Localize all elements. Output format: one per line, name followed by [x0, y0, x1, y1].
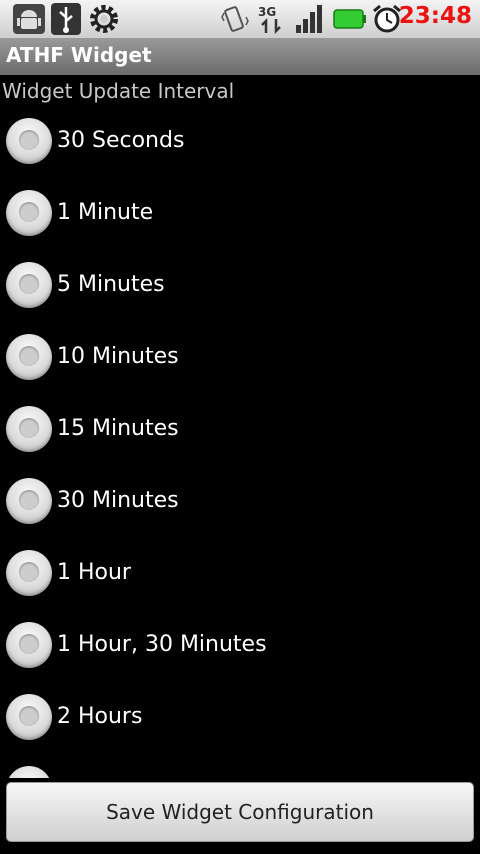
option-label: 1 Hour, 30 Minutes [57, 632, 267, 657]
option-1-hour[interactable]: 1 Hour [0, 540, 480, 612]
option-1-hour-30-minutes[interactable]: 1 Hour, 30 Minutes [0, 612, 480, 684]
radio-button[interactable] [6, 334, 52, 380]
option-label: 15 Minutes [57, 416, 179, 441]
option-label: 5 Minutes [57, 272, 165, 297]
option-label: 1 Minute [57, 200, 154, 225]
option-15-minutes[interactable]: 15 Minutes [0, 396, 480, 468]
save-widget-configuration-button[interactable]: Save Widget Configuration [6, 782, 474, 842]
battery-icon [333, 9, 366, 29]
radio-button[interactable] [6, 550, 52, 596]
option-30-minutes[interactable]: 30 Minutes [0, 468, 480, 540]
usb-icon [51, 3, 81, 35]
radio-button[interactable] [6, 406, 52, 452]
settings-gear-icon [90, 5, 118, 33]
radio-button[interactable] [6, 766, 52, 778]
title-bar: ATHF Widget [0, 38, 480, 75]
option-partially-visible[interactable] [0, 756, 480, 778]
option-5-minutes[interactable]: 5 Minutes [0, 252, 480, 324]
option-label: 30 Minutes [57, 488, 179, 513]
app-title: ATHF Widget [6, 43, 152, 67]
radio-button[interactable] [6, 118, 52, 164]
status-clock: 23:48 [398, 3, 472, 29]
option-10-minutes[interactable]: 10 Minutes [0, 324, 480, 396]
option-label: 30 Seconds [57, 128, 185, 153]
option-label: 1 Hour [57, 560, 131, 585]
section-heading: Widget Update Interval [2, 79, 235, 103]
radio-button[interactable] [6, 262, 52, 308]
android-debug-icon [13, 4, 45, 34]
option-2-hours[interactable]: 2 Hours [0, 684, 480, 756]
option-30-seconds[interactable]: 30 Seconds [0, 108, 480, 180]
3g-data-icon: 3G [258, 5, 281, 35]
radio-button[interactable] [6, 190, 52, 236]
option-label: 10 Minutes [57, 344, 179, 369]
radio-button[interactable] [6, 694, 52, 740]
signal-icon [296, 5, 322, 33]
option-label: 2 Hours [57, 704, 143, 729]
radio-button[interactable] [6, 478, 52, 524]
svg-text:3G: 3G [258, 5, 276, 19]
status-bar: 3G 23:48 [0, 0, 480, 38]
vibrate-icon [221, 6, 249, 32]
option-1-minute[interactable]: 1 Minute [0, 180, 480, 252]
radio-button[interactable] [6, 622, 52, 668]
bottom-bar: Save Widget Configuration [0, 778, 480, 854]
interval-options-list[interactable]: 30 Seconds 1 Minute 5 Minutes 10 Minutes… [0, 108, 480, 778]
